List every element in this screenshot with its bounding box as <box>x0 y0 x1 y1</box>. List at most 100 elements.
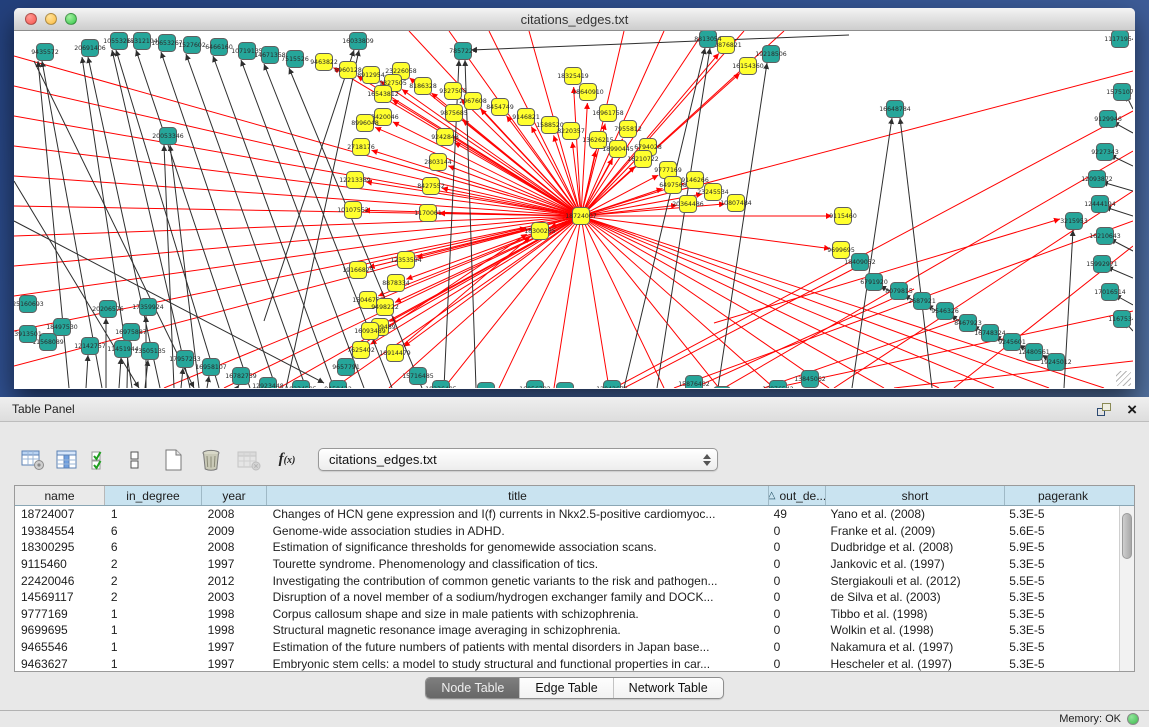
table-cell: Jankovic et al. (1997) <box>825 557 1004 571</box>
import-table-icon[interactable] <box>236 448 262 472</box>
svg-text:10107552: 10107552 <box>337 207 369 214</box>
column-header-name[interactable]: name <box>15 486 105 505</box>
svg-text:8079815: 8079815 <box>885 288 913 295</box>
table-cell: 5.6E-5 <box>1003 524 1119 538</box>
table-panel-title: Table Panel <box>12 402 75 416</box>
svg-text:15716485: 15716485 <box>402 373 434 380</box>
vertical-scrollbar[interactable] <box>1119 506 1134 671</box>
table-cell: 6 <box>105 524 202 538</box>
memory-status-icon <box>1127 713 1139 725</box>
function-builder-icon[interactable]: f(x) <box>274 448 300 472</box>
svg-text:9242848: 9242848 <box>431 134 459 141</box>
svg-text:18236405: 18236405 <box>425 386 457 388</box>
column-header-out_de[interactable]: △out_de... <box>769 486 826 505</box>
table-cell: Yano et al. (2008) <box>825 507 1004 521</box>
table-row[interactable]: 911546021997Tourette syndrome. Phenomeno… <box>15 556 1119 573</box>
tab-network-table[interactable]: Network Table <box>613 678 723 698</box>
table-row[interactable]: 1872400712008Changes of HCN gene express… <box>15 506 1119 523</box>
table-body: 1872400712008Changes of HCN gene express… <box>15 506 1119 671</box>
table-row[interactable]: 969969511998Structural magnetic resonanc… <box>15 622 1119 639</box>
svg-text:8813054: 8813054 <box>694 36 722 43</box>
table-cell: 5.3E-5 <box>1003 623 1119 637</box>
svg-text:6794028: 6794028 <box>634 144 662 151</box>
table-cell: Disruption of a novel member of a sodium… <box>267 590 768 604</box>
svg-text:10234505: 10234505 <box>285 386 317 388</box>
svg-text:18325419: 18325419 <box>557 73 589 80</box>
table-cell: Tibbo et al. (1998) <box>825 607 1004 621</box>
table-cell: Franke et al. (2009) <box>825 524 1004 538</box>
svg-text:17016514: 17016514 <box>1094 289 1126 296</box>
svg-text:18497530: 18497530 <box>46 324 78 331</box>
svg-text:23226058: 23226058 <box>385 68 417 75</box>
svg-text:16210722: 16210722 <box>627 156 659 163</box>
column-header-title[interactable]: title <box>267 486 769 505</box>
resize-grip-icon[interactable] <box>1116 371 1131 386</box>
table-cell: 2 <box>105 557 202 571</box>
network-canvas[interactable]: 9463822896012889129542322605893275051654… <box>14 31 1133 388</box>
svg-text:6791920: 6791920 <box>860 279 888 286</box>
table-row[interactable]: 1830029562008Estimation of significance … <box>15 539 1119 556</box>
tab-edge-table[interactable]: Edge Table <box>519 678 612 698</box>
table-row[interactable]: 977716911998Corpus callosum shape and si… <box>15 606 1119 623</box>
svg-text:17957253: 17957253 <box>169 356 201 363</box>
svg-text:9227343: 9227343 <box>1091 149 1119 156</box>
table-row[interactable]: 946362711997Embryonic stem cells: a mode… <box>15 655 1119 672</box>
table-selector-dropdown[interactable]: citations_edges.txt <box>318 448 718 471</box>
table-cell: 9115460 <box>15 557 105 571</box>
row-options-icon[interactable] <box>122 448 148 472</box>
table-cell: 19384554 <box>15 524 105 538</box>
svg-text:13505135: 13505135 <box>134 348 166 355</box>
scrollbar-thumb[interactable] <box>1122 513 1132 559</box>
new-table-icon[interactable] <box>160 448 186 472</box>
svg-text:12444194: 12444194 <box>1084 201 1116 208</box>
network-window-titlebar[interactable]: citations_edges.txt <box>14 8 1135 31</box>
float-panel-icon[interactable] <box>1097 403 1111 416</box>
table-cell: 5.5E-5 <box>1003 574 1119 588</box>
table-row[interactable]: 2242004622012Investigating the contribut… <box>15 572 1119 589</box>
table-row[interactable]: 1938455462009Genome-wide association stu… <box>15 523 1119 540</box>
table-cell: 0 <box>768 640 825 654</box>
svg-text:19245012: 19245012 <box>1040 359 1072 366</box>
svg-text:9450422: 9450422 <box>324 386 352 388</box>
column-header-pagerank[interactable]: pagerank <box>1005 486 1121 505</box>
table-selector-value: citations_edges.txt <box>329 452 437 467</box>
column-header-year[interactable]: year <box>202 486 267 505</box>
svg-text:16056782: 16056782 <box>519 386 551 388</box>
column-header-short[interactable]: short <box>826 486 1005 505</box>
svg-text:13845062: 13845062 <box>794 376 826 383</box>
svg-text:16543812: 16543812 <box>367 91 399 98</box>
table-header-row: namein_degreeyeartitle△out_de...shortpag… <box>15 486 1134 506</box>
svg-text:8912954: 8912954 <box>357 72 385 79</box>
svg-text:18300295: 18300295 <box>524 228 556 235</box>
select-all-icon[interactable] <box>88 448 114 472</box>
table-cell: 1998 <box>202 607 267 621</box>
svg-text:1167534: 1167534 <box>1108 316 1133 323</box>
svg-text:12213389: 12213389 <box>339 177 371 184</box>
table-cell: 9699695 <box>15 623 105 637</box>
table-tabs: Node TableEdge TableNetwork Table <box>425 677 723 699</box>
graph-node[interactable] <box>714 387 731 389</box>
svg-text:16782759: 16782759 <box>225 373 257 380</box>
table-cell: 1 <box>105 607 202 621</box>
svg-text:16210643: 16210643 <box>1089 233 1121 240</box>
table-cell: 2 <box>105 590 202 604</box>
close-panel-icon[interactable]: × <box>1127 401 1137 418</box>
table-row[interactable]: 1456911722003Disruption of a novel membe… <box>15 589 1119 606</box>
table-cell: Structural magnetic resonance image aver… <box>267 623 768 637</box>
column-header-in_degree[interactable]: in_degree <box>105 486 202 505</box>
svg-text:20691406: 20691406 <box>74 45 106 52</box>
table-cell: 22420046 <box>15 574 105 588</box>
svg-text:23245534: 23245534 <box>697 189 729 196</box>
table-mode-icon[interactable] <box>20 448 46 472</box>
tab-node-table[interactable]: Node Table <box>426 678 519 698</box>
table-cell: 18724007 <box>15 507 105 521</box>
table-cell: 5.3E-5 <box>1003 507 1119 521</box>
memory-status-label: Memory: OK <box>1059 713 1121 725</box>
citation-network-graph[interactable]: 9463822896012889129542322605893275051654… <box>14 31 1133 388</box>
svg-text:18409052: 18409052 <box>844 259 876 266</box>
table-cell: Estimation of significance thresholds fo… <box>267 540 768 554</box>
show-columns-icon[interactable] <box>54 448 80 472</box>
table-row[interactable]: 946554611997Estimation of the future num… <box>15 639 1119 656</box>
delete-table-icon[interactable] <box>198 448 224 472</box>
svg-text:8220357: 8220357 <box>557 128 585 135</box>
